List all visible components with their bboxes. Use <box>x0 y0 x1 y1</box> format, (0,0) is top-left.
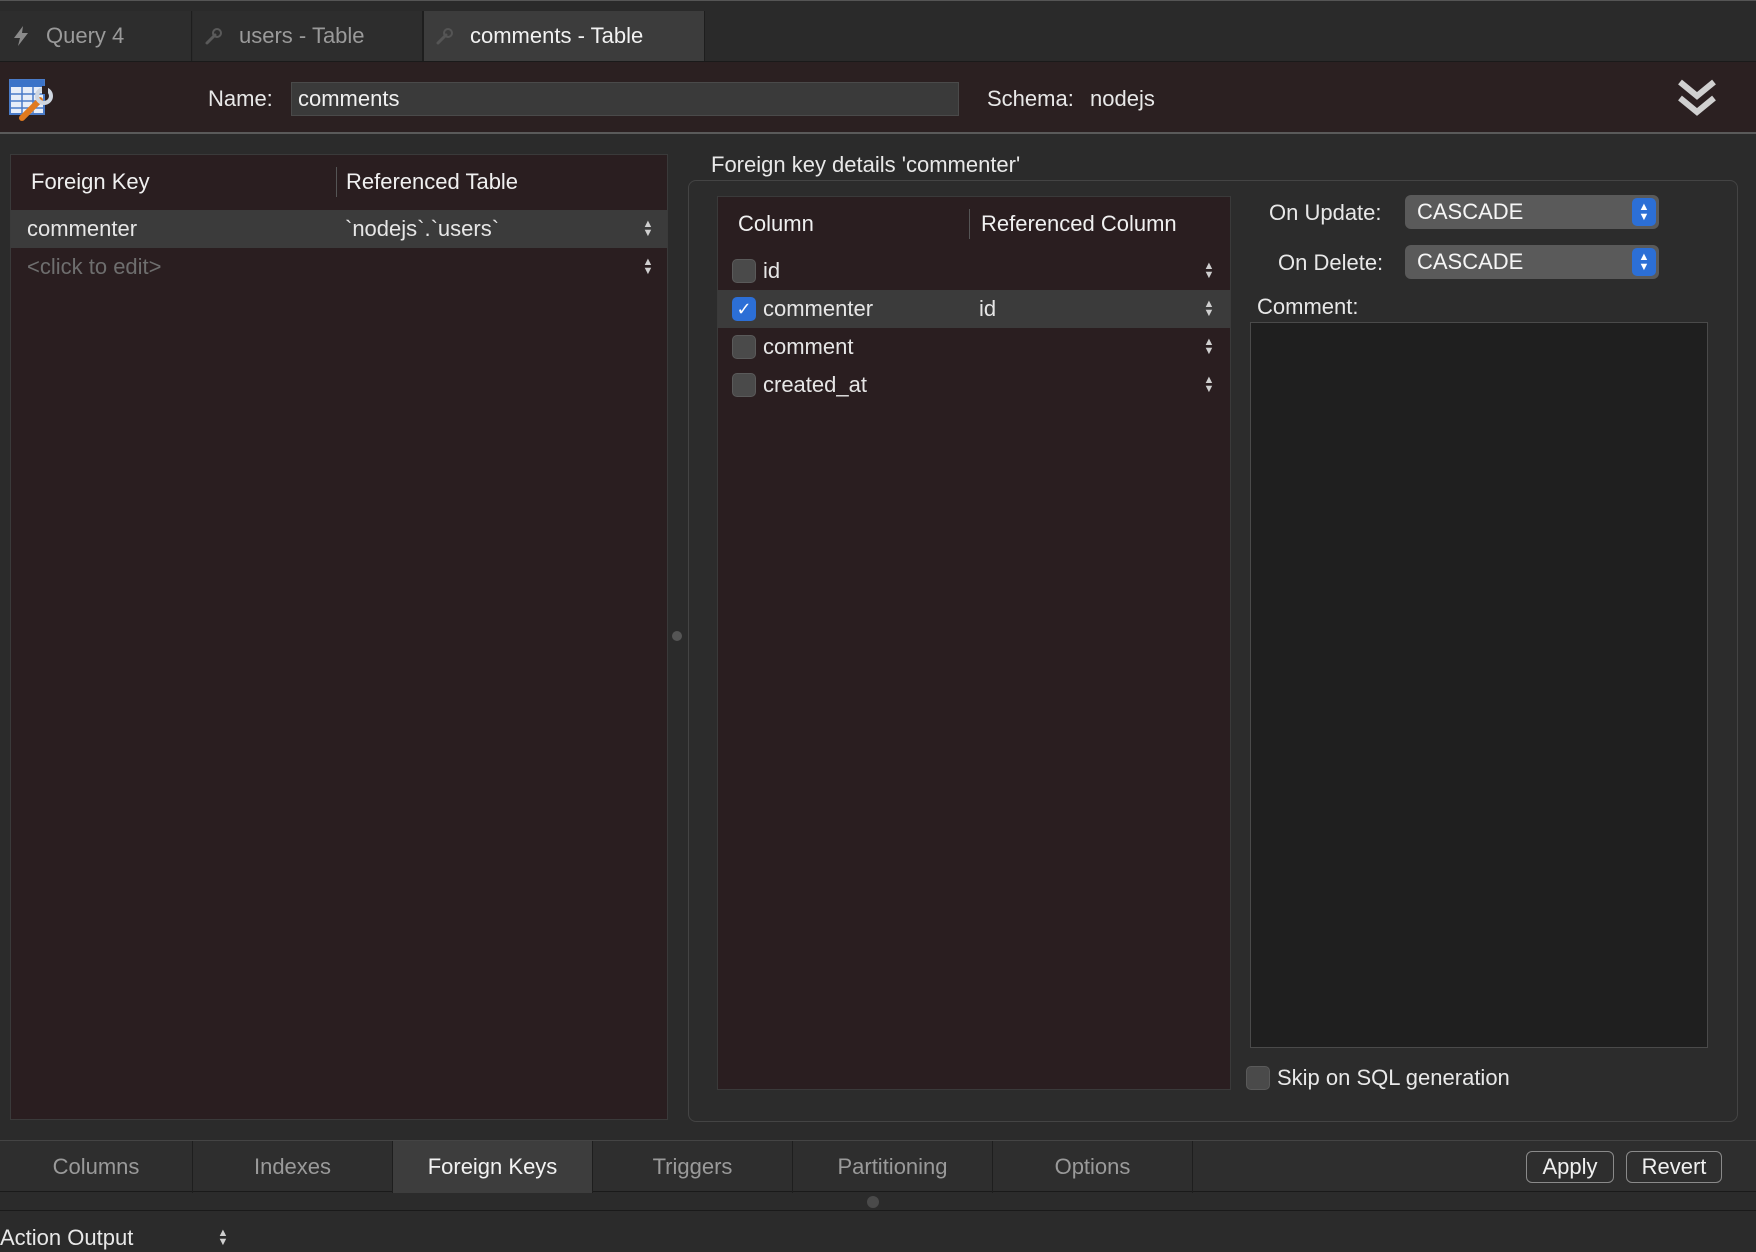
schema-label: Schema: <box>987 86 1074 111</box>
dropdown-stepper-icon[interactable]: ▲ ▼ <box>1202 298 1216 320</box>
column-row[interactable]: comment ▲ ▼ <box>718 328 1230 366</box>
dropdown-stepper-icon[interactable]: ▲ ▼ <box>1202 374 1216 396</box>
comment-textarea[interactable] <box>1250 322 1708 1048</box>
column-name: id <box>763 258 781 283</box>
column-checkbox[interactable]: ✓ <box>732 297 756 321</box>
fk-row[interactable]: commenter `nodejs`.`users` ▲ ▼ <box>11 210 667 248</box>
column-name: created_at <box>763 372 867 397</box>
table-editor-header: Name: comments Schema: nodejs <box>0 62 1756 134</box>
action-output-bar: Action Output ▲ ▼ <box>0 1210 1756 1252</box>
on-delete-label: On Delete: <box>1278 250 1384 275</box>
fk-details-title: Foreign key details 'commenter' <box>711 152 1021 177</box>
column-divider <box>969 209 970 239</box>
on-delete-select[interactable]: CASCADE ▲ ▼ <box>1405 245 1659 279</box>
action-output-label[interactable]: Action Output <box>0 1225 133 1251</box>
fk-name-cell[interactable]: commenter <box>27 216 137 242</box>
dropdown-stepper-icon[interactable]: ▲ ▼ <box>641 218 655 240</box>
tab-indexes[interactable]: Indexes <box>193 1141 393 1193</box>
action-output-stepper-icon[interactable]: ▲ ▼ <box>216 1227 230 1249</box>
on-update-label: On Update: <box>1269 200 1382 225</box>
editor-section-tabs: Columns Indexes Foreign Keys Triggers Pa… <box>0 1140 1756 1193</box>
tab-label: comments - Table <box>470 23 644 48</box>
wrench-icon <box>203 25 225 47</box>
lightning-icon <box>10 25 32 47</box>
skip-sql-label: Skip on SQL generation <box>1277 1065 1510 1090</box>
panel-resize-handle[interactable] <box>867 1196 879 1208</box>
tab-foreign-keys[interactable]: Foreign Keys <box>393 1141 593 1193</box>
column-row[interactable]: ✓ commenter id ▲ ▼ <box>718 290 1230 328</box>
tab-label: Query 4 <box>46 23 125 48</box>
column-name: commenter <box>763 296 874 321</box>
apply-button[interactable]: Apply <box>1526 1151 1614 1183</box>
fk-columns-table: Column Referenced Column id ▲ ▼ ✓ comment… <box>717 196 1231 1090</box>
splitter-handle[interactable] <box>672 631 682 641</box>
tab-partitioning[interactable]: Partitioning <box>793 1141 993 1193</box>
column-divider <box>336 167 337 197</box>
collapse-chevron-icon[interactable] <box>1676 76 1718 120</box>
referenced-column-header[interactable]: Referenced Column <box>981 197 1177 251</box>
dropdown-stepper-icon[interactable]: ▲ ▼ <box>641 256 655 278</box>
fk-row-new[interactable]: <click to edit> ▲ ▼ <box>11 248 667 286</box>
column-header[interactable]: Column <box>738 197 814 251</box>
tab-users-table[interactable]: users - Table <box>193 11 423 61</box>
fk-ref-table-cell[interactable]: `nodejs`.`users` <box>345 216 499 242</box>
column-checkbox[interactable] <box>732 373 756 397</box>
click-to-edit-placeholder[interactable]: <click to edit> <box>27 254 162 280</box>
revert-button[interactable]: Revert <box>1626 1151 1722 1183</box>
wrench-icon <box>434 25 456 47</box>
table-edit-icon <box>8 76 56 122</box>
on-update-value: CASCADE <box>1417 199 1524 224</box>
name-label: Name: <box>208 86 273 111</box>
column-row[interactable]: created_at ▲ ▼ <box>718 366 1230 404</box>
column-checkbox[interactable] <box>732 259 756 283</box>
tab-query-4[interactable]: Query 4 <box>0 11 192 61</box>
dropdown-stepper-icon[interactable]: ▲ ▼ <box>1202 260 1216 282</box>
on-delete-value: CASCADE <box>1417 249 1524 274</box>
dropdown-stepper-icon[interactable]: ▲ ▼ <box>1202 336 1216 358</box>
on-update-select[interactable]: CASCADE ▲ ▼ <box>1405 195 1659 229</box>
skip-sql-checkbox[interactable] <box>1246 1066 1270 1090</box>
foreign-key-list: Foreign Key Referenced Table commenter `… <box>10 154 668 1120</box>
tab-columns[interactable]: Columns <box>0 1141 193 1193</box>
schema-value: nodejs <box>1090 86 1155 111</box>
column-checkbox[interactable] <box>732 335 756 359</box>
referenced-table-column-header[interactable]: Referenced Table <box>346 155 518 209</box>
editor-tab-bar: Query 4 users - Table comments - Table <box>0 0 1756 62</box>
select-arrows-icon: ▲ ▼ <box>1632 248 1656 276</box>
tab-comments-table[interactable]: comments - Table <box>423 11 705 61</box>
table-name-input[interactable]: comments <box>291 82 959 116</box>
tab-triggers[interactable]: Triggers <box>593 1141 793 1193</box>
column-row[interactable]: id ▲ ▼ <box>718 252 1230 290</box>
fk-column-header[interactable]: Foreign Key <box>31 155 150 209</box>
column-name: comment <box>763 334 854 359</box>
referenced-column-value[interactable]: id <box>979 296 996 322</box>
tab-label: users - Table <box>239 23 365 48</box>
tab-options[interactable]: Options <box>993 1141 1193 1193</box>
comment-label: Comment: <box>1257 294 1359 319</box>
select-arrows-icon: ▲ ▼ <box>1632 198 1656 226</box>
